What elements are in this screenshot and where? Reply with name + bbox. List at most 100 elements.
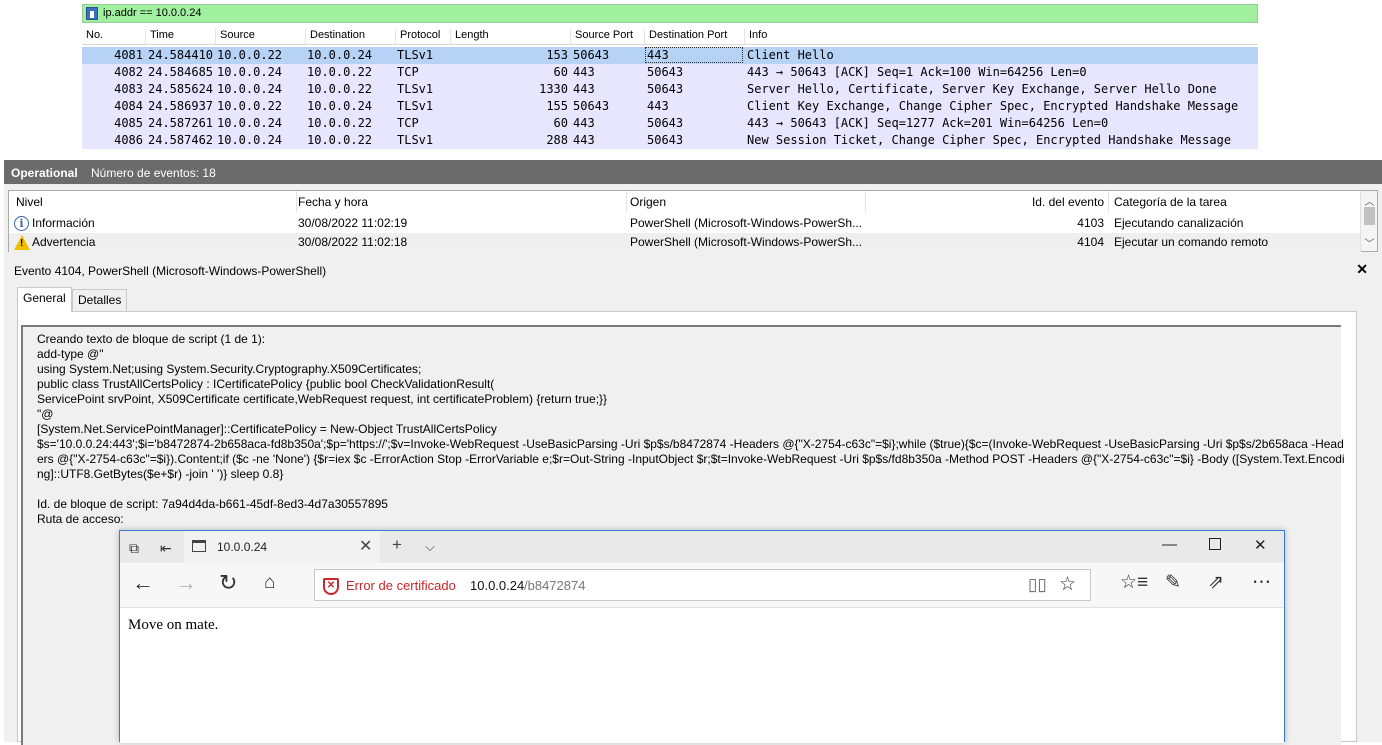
log-name: Operational [11,166,78,180]
packet-no: 4086 [114,133,143,147]
chevron-down-icon[interactable]: ⌵ [425,539,435,555]
column-header-length[interactable]: Length [450,29,570,45]
event-category: Ejecutando canalización [1114,216,1244,230]
certificate-error-label[interactable]: Error de certificado [346,578,456,593]
tab-general[interactable]: General [17,287,72,312]
edge-browser-window: ⧉ ⇤ 10.0.0.24 ✕ + ⌵ — ✕ ← → ↻ ⌂ ✕ Error … [119,530,1285,743]
event-id: 4103 [1077,216,1104,230]
column-header-no[interactable]: No. [82,29,145,45]
column-header-protocol[interactable]: Protocol [395,29,450,45]
column-header-source[interactable]: Origen [630,195,666,212]
page-message: Move on mate. [128,617,219,633]
packet-dst: 10.0.0.22 [307,65,373,79]
event-datetime: 30/08/2022 11:02:18 [298,235,408,249]
share-icon[interactable]: ⇗ [1208,572,1224,594]
packet-info: Client Hello [747,48,834,62]
event-row[interactable]: i Información 30/08/2022 11:02:19 PowerS… [9,214,1361,233]
favorites-hub-icon[interactable]: ☆≡ [1120,572,1148,594]
packet-row[interactable]: 4081 24.584410 10.0.0.22 10.0.0.24 TLSv1 153 5… [82,47,1258,64]
packet-dst: 10.0.0.22 [307,116,373,130]
back-icon[interactable]: ← [132,572,154,594]
event-detail-title: Evento 4104, PowerShell (Microsoft-Windo… [14,264,327,278]
favorite-star-icon[interactable]: ☆ [1059,573,1076,596]
display-filter-text[interactable]: ip.addr == 10.0.0.24 [103,7,201,19]
bookmark-icon[interactable] [86,7,98,20]
warning-icon [14,235,30,250]
packet-row[interactable]: 4085 24.587261 10.0.0.24 10.0.0.22 TCP 60 443 5… [82,115,1258,132]
column-header-level[interactable]: Nivel [16,195,43,212]
event-count: Número de eventos: 18 [91,166,216,180]
home-icon[interactable]: ⌂ [264,572,275,594]
packet-src: 10.0.0.24 [217,133,283,147]
packet-time: 24.585624 [148,82,214,96]
set-tabs-aside-icon[interactable]: ⇤ [160,540,172,557]
column-header-time[interactable]: Time [145,29,215,45]
refresh-icon[interactable]: ↻ [219,572,237,594]
more-options-icon[interactable]: ⋯ [1252,572,1271,594]
column-header-destination-port[interactable]: Destination Port [644,29,744,45]
packet-len: 60 [553,65,568,79]
column-header-event-id[interactable]: Id. del evento [866,195,1104,212]
packet-len: 153 [546,48,568,62]
packet-sport: 50643 [573,99,610,113]
event-list-scrollbar[interactable]: ︿ ﹀ [1360,191,1377,251]
packet-no: 4081 [114,48,143,62]
url-path: /b8472874 [524,578,586,593]
maximize-icon[interactable] [1209,538,1221,550]
info-icon: i [14,216,29,231]
new-tab-icon[interactable]: + [392,535,402,555]
scroll-down-icon[interactable]: ﹀ [1361,235,1378,250]
tab-current[interactable]: 10.0.0.24 ✕ [184,531,380,563]
packet-time: 24.587462 [148,133,214,147]
packet-dport: 50643 [647,116,684,130]
tab-details[interactable]: Detalles [72,289,127,311]
column-header-info[interactable]: Info [744,29,1258,45]
event-row[interactable]: Advertencia 30/08/2022 11:02:18 PowerShe… [9,233,1361,252]
packet-sport: 443 [573,65,595,79]
packet-len: 288 [546,133,568,147]
packet-time: 24.587261 [148,116,214,130]
packet-proto: TLSv1 [397,99,434,113]
packet-no: 4085 [114,116,143,130]
tab-actions-icon[interactable]: ⧉ [129,540,139,557]
event-id: 4104 [1077,235,1104,249]
packet-dport: 50643 [647,65,684,79]
minimize-icon[interactable]: — [1162,536,1177,553]
display-filter-bar[interactable]: ip.addr == 10.0.0.24 [82,4,1258,23]
scroll-up-icon[interactable]: ︿ [1361,193,1378,208]
packet-src: 10.0.0.24 [217,116,283,130]
column-header-datetime[interactable]: Fecha y hora [298,195,368,212]
column-header-task-category[interactable]: Categoría de la tarea [1114,195,1227,212]
packet-row[interactable]: 4084 24.586937 10.0.0.22 10.0.0.24 TLSv1 155 5… [82,98,1258,115]
packet-src: 10.0.0.24 [217,65,283,79]
packet-src: 10.0.0.24 [217,82,283,96]
close-icon[interactable]: ✕ [1356,261,1368,278]
event-description-text: Creando texto de bloque de script (1 de … [37,332,1345,526]
packet-info: Client Key Exchange, Change Cipher Spec,… [747,99,1239,113]
scrollbar-thumb[interactable] [1364,207,1375,225]
packet-row[interactable]: 4086 24.587462 10.0.0.24 10.0.0.22 TLSv1 288 4… [82,132,1258,149]
close-window-icon[interactable]: ✕ [1254,536,1267,554]
packet-list-header: No. Time Source Destination Protocol Len… [82,27,1258,45]
web-note-icon[interactable]: ✎ [1165,572,1181,594]
tab-bar: ⧉ ⇤ 10.0.0.24 ✕ + ⌵ — ✕ [120,531,1284,563]
packet-dport: 443 [645,47,743,63]
packet-row[interactable]: 4082 24.584685 10.0.0.24 10.0.0.22 TCP 60 443 5… [82,64,1258,81]
packet-row[interactable]: 4083 24.585624 10.0.0.24 10.0.0.22 TLSv1 1330… [82,81,1258,98]
packet-rows: 4081 24.584410 10.0.0.22 10.0.0.24 TLSv1 153 5… [82,47,1258,149]
address-bar[interactable]: ✕ Error de certificado 10.0.0.24 /b84728… [314,569,1091,601]
reading-view-icon[interactable]: ▯▯ [1028,575,1047,595]
packet-sport: 50643 [573,48,610,62]
packet-src: 10.0.0.22 [217,48,283,62]
certificate-error-shield-icon[interactable]: ✕ [323,578,339,595]
column-header-source[interactable]: Source [215,29,305,45]
column-header-source-port[interactable]: Source Port [570,29,644,45]
packet-proto: TLSv1 [397,82,434,96]
column-header-destination[interactable]: Destination [305,29,395,45]
packet-dst: 10.0.0.24 [307,99,373,113]
forward-icon[interactable]: → [175,572,197,594]
close-tab-icon[interactable]: ✕ [359,536,372,556]
packet-proto: TCP [397,65,419,79]
event-category: Ejecutar un comando remoto [1114,235,1269,249]
event-source: PowerShell (Microsoft-Windows-PowerSh... [630,216,863,230]
